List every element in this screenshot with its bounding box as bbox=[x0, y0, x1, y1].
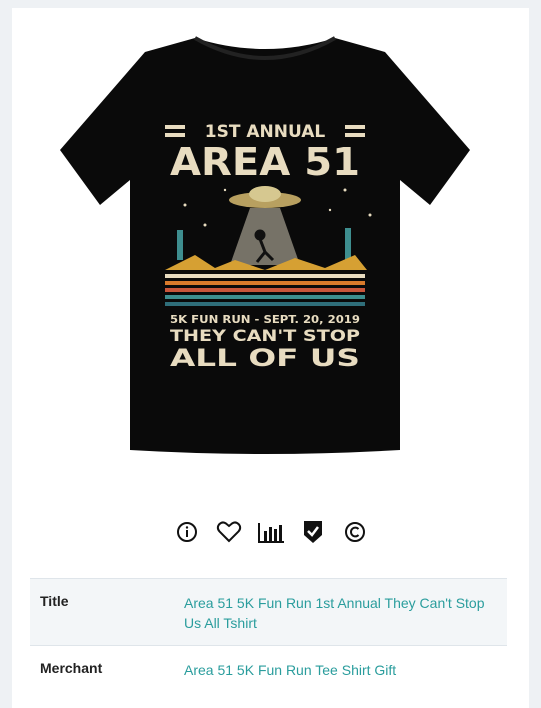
shield-check-icon[interactable] bbox=[299, 518, 327, 546]
product-image: 1ST ANNUAL AREA 51 5K FUN RUN - SEPT. 20… bbox=[60, 36, 470, 454]
print-line5: ALL OF US bbox=[170, 344, 360, 372]
detail-row-title: Title Area 51 5K Fun Run 1st Annual They… bbox=[30, 578, 507, 646]
product-details-table: Title Area 51 5K Fun Run 1st Annual They… bbox=[30, 578, 507, 692]
chart-icon[interactable] bbox=[257, 518, 285, 546]
merchant-link[interactable]: Area 51 5K Fun Run Tee Shirt Gift bbox=[184, 662, 396, 678]
action-bar bbox=[0, 514, 541, 550]
print-line4: THEY CAN'T STOP bbox=[170, 326, 360, 345]
heart-icon[interactable] bbox=[215, 518, 243, 546]
print-line1: 1ST ANNUAL bbox=[205, 122, 326, 142]
info-icon[interactable] bbox=[173, 518, 201, 546]
detail-row-merchant: Merchant Area 51 5K Fun Run Tee Shirt Gi… bbox=[30, 645, 507, 693]
title-link[interactable]: Area 51 5K Fun Run 1st Annual They Can't… bbox=[184, 595, 485, 631]
copyright-icon[interactable] bbox=[341, 518, 369, 546]
detail-key: Title bbox=[40, 593, 69, 609]
print-line3: 5K FUN RUN - SEPT. 20, 2019 bbox=[170, 313, 360, 326]
detail-key: Merchant bbox=[40, 660, 103, 676]
print-line2: AREA 51 bbox=[170, 140, 360, 184]
